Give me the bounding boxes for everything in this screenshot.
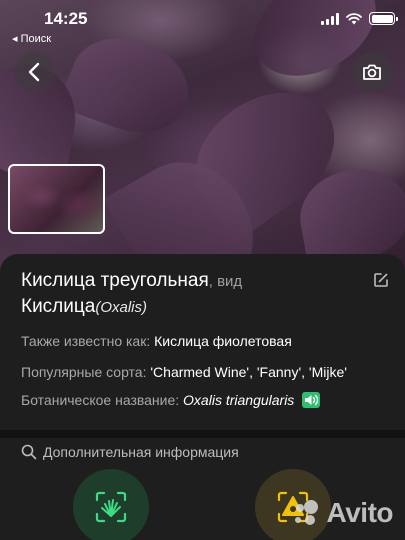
also-known-label: Также известно как:	[21, 333, 151, 349]
avito-logo-icon	[294, 500, 318, 525]
botanical-value: Oxalis triangularis	[183, 392, 295, 408]
popular-varieties-row: Популярные сорта: 'Charmed Wine', 'Fanny…	[21, 364, 347, 380]
plant-care-feature-button[interactable]	[73, 469, 149, 540]
back-button[interactable]	[14, 52, 54, 92]
more-info-label: Дополнительная информация	[43, 444, 239, 460]
also-known-value: Кислица фиолетовая	[154, 333, 292, 349]
also-known-row: Также известно как: Кислица фиолетовая	[21, 333, 292, 349]
edit-button[interactable]	[373, 272, 389, 293]
plant-scan-icon	[95, 491, 127, 523]
botanical-name-row: Ботаническое название: Oxalis triangular…	[21, 392, 321, 408]
genus-line: Кислица(Oxalis)	[21, 296, 147, 318]
pronunciation-button[interactable]	[302, 392, 321, 408]
status-bar: 14:25 ◂ Поиск	[0, 0, 405, 48]
popular-label: Популярные сорта:	[21, 364, 147, 380]
genus-name: Кислица	[21, 296, 96, 317]
genus-latin: (Oxalis)	[95, 299, 148, 316]
plant-name: Кислица треугольная	[21, 270, 209, 291]
status-icons	[321, 12, 398, 25]
section-divider	[0, 430, 405, 438]
plant-info-sheet: Кислица треугольная, вид Кислица(Oxalis)…	[0, 254, 405, 540]
popular-value: 'Charmed Wine', 'Fanny', 'Mijke'	[150, 364, 347, 380]
plant-title: Кислица треугольная, вид	[21, 270, 242, 292]
battery-icon	[369, 12, 398, 25]
cellular-signal-icon	[321, 12, 339, 25]
speaker-icon	[305, 394, 319, 406]
chevron-left-icon	[28, 62, 40, 82]
photo-thumbnail[interactable]	[8, 164, 105, 234]
edit-icon	[374, 273, 388, 287]
back-to-app-link[interactable]: ◂ Поиск	[12, 32, 51, 45]
avito-watermark-text: Avito	[326, 497, 394, 528]
wifi-icon	[346, 12, 362, 24]
avito-watermark: Avito	[291, 497, 394, 529]
camera-icon	[363, 64, 381, 80]
more-info-section[interactable]: Дополнительная информация	[21, 444, 239, 460]
botanical-label: Ботаническое название:	[21, 392, 180, 408]
camera-button[interactable]	[352, 52, 392, 92]
status-time: 14:25	[44, 9, 88, 28]
search-icon	[21, 444, 37, 460]
rank-suffix: , вид	[208, 273, 243, 290]
